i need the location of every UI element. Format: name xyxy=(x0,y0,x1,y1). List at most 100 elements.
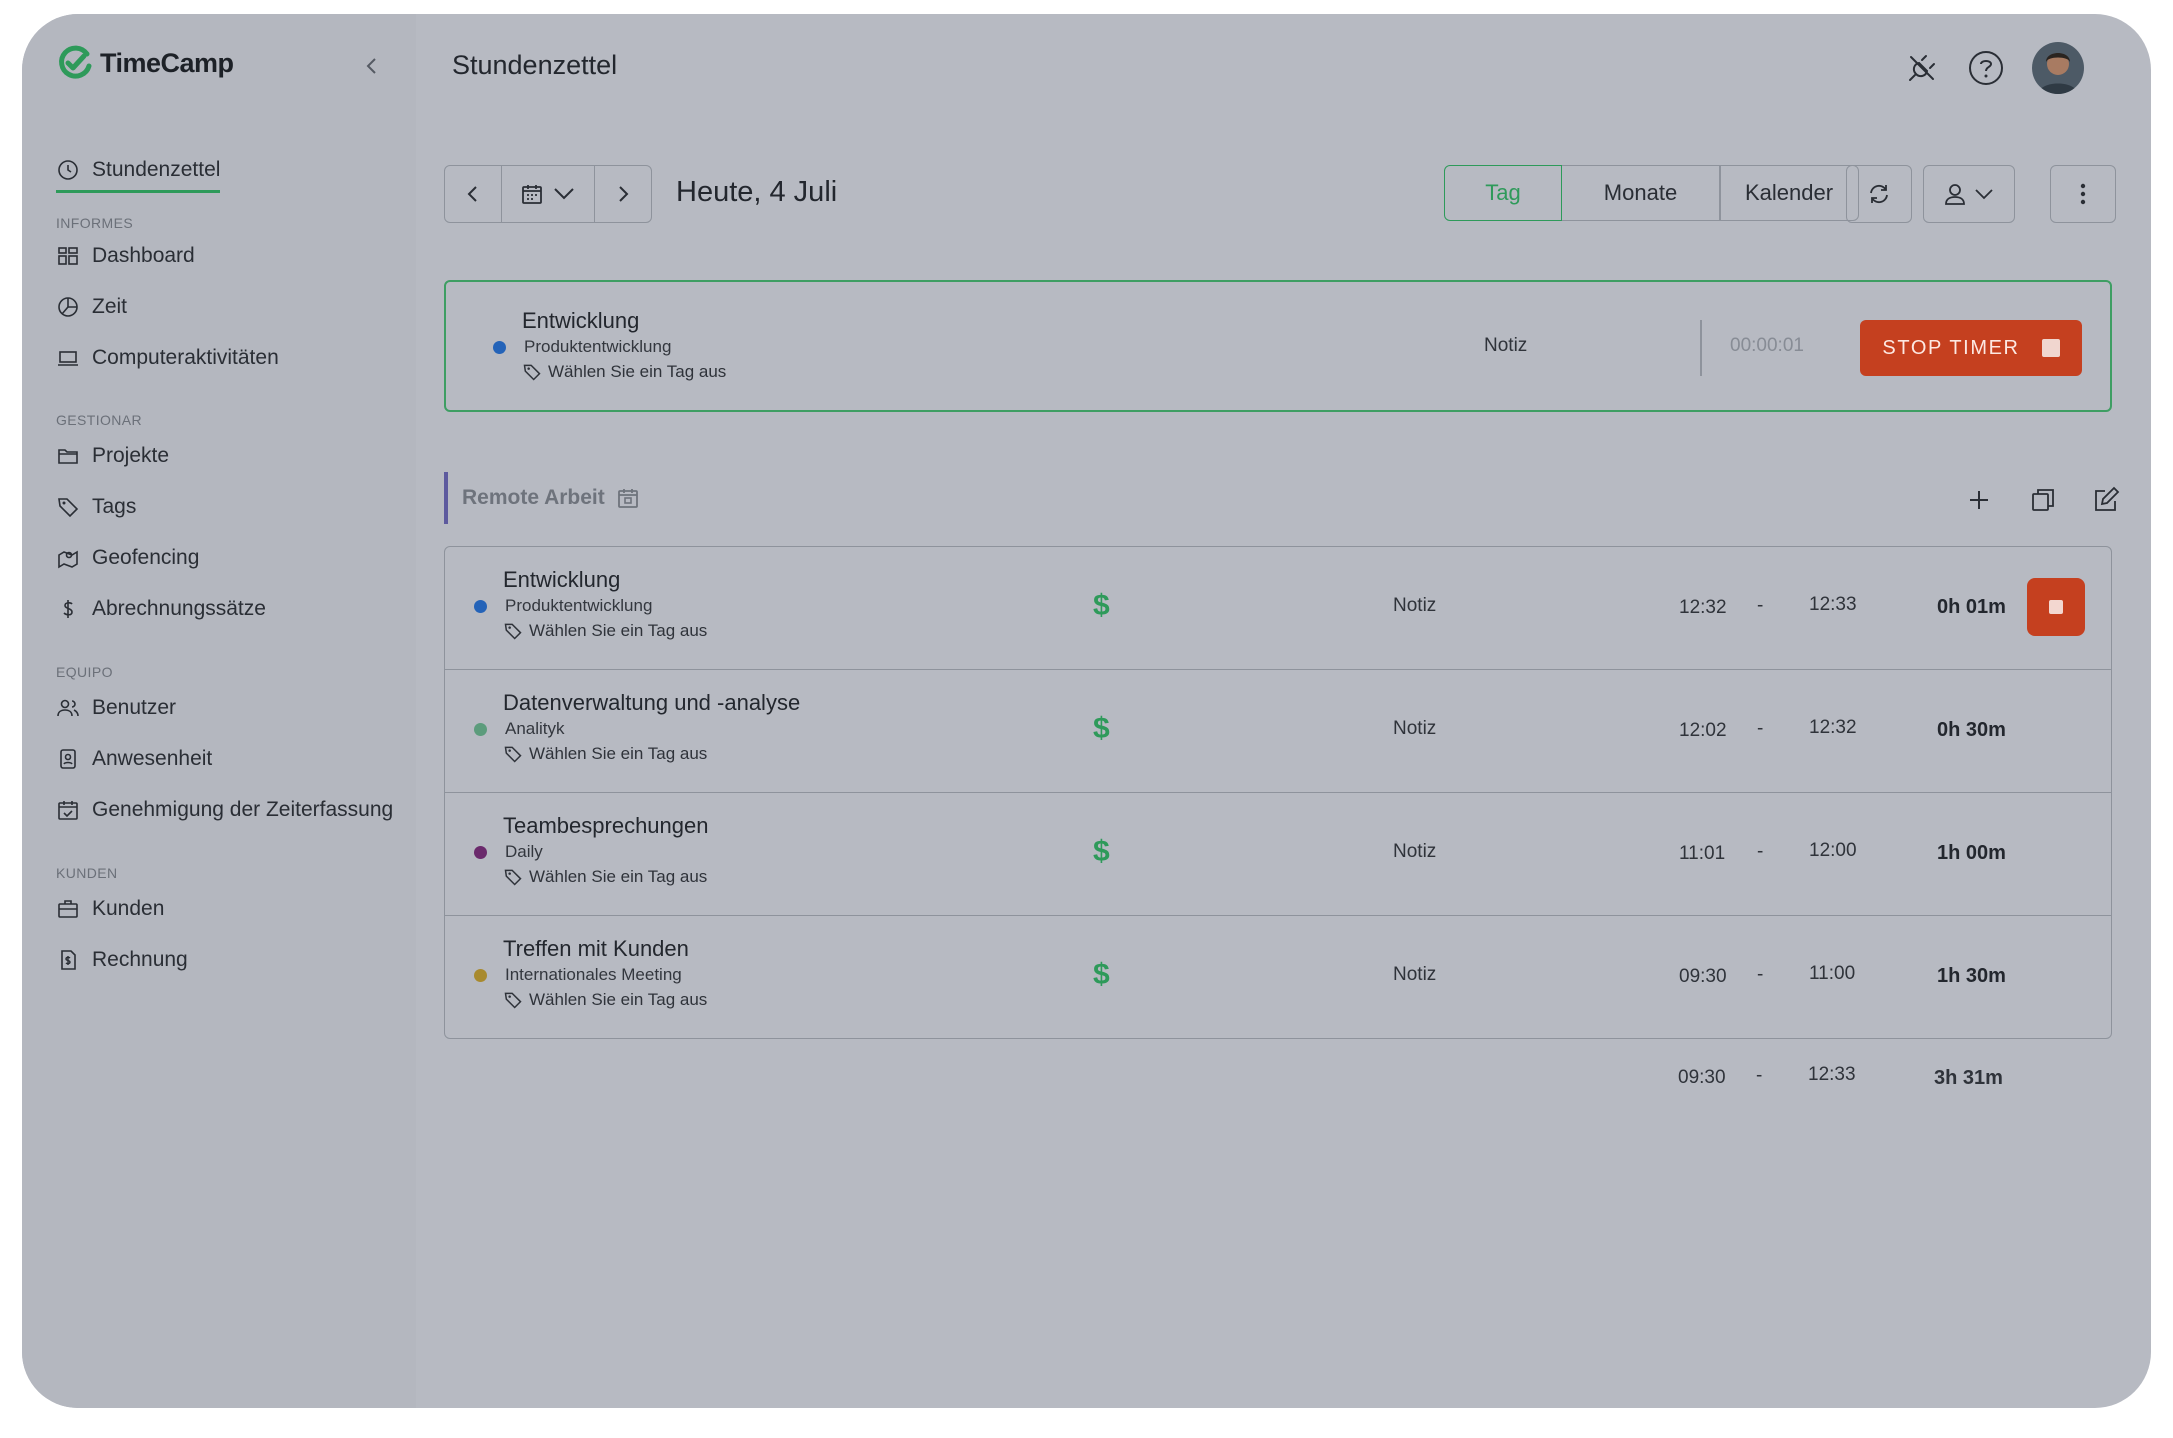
sidebar-item-genehmigung[interactable]: Genehmigung der Zeiterfassung xyxy=(56,792,393,828)
billable-toggle[interactable]: $ xyxy=(1093,835,1110,869)
calendar-icon xyxy=(522,185,542,204)
logo[interactable]: TimeCamp xyxy=(56,44,234,82)
tab-tag[interactable]: Tag xyxy=(1444,165,1562,221)
billable-toggle[interactable]: $ xyxy=(1093,712,1110,746)
entry-duration[interactable]: 0h 01m xyxy=(1937,596,2006,619)
duplicate-button[interactable] xyxy=(2023,480,2063,520)
project-color-dot xyxy=(474,846,487,859)
folder-icon xyxy=(58,449,78,464)
entry-tag-select[interactable]: Wählen Sie ein Tag aus xyxy=(503,990,707,1010)
section-label-gestionar: GESTIONAR xyxy=(56,412,143,428)
entry-duration[interactable]: 0h 30m xyxy=(1937,719,2006,742)
billable-toggle[interactable]: $ xyxy=(1093,958,1110,992)
divider xyxy=(1700,320,1702,376)
previous-day-button[interactable] xyxy=(445,166,502,222)
table-row[interactable]: Teambesprechungen Daily Wählen Sie ein T… xyxy=(445,793,2111,916)
entry-start-time[interactable]: 12:32 xyxy=(1679,597,1727,619)
sidebar-item-label: Geofencing xyxy=(92,546,200,569)
entry-note[interactable]: Notiz xyxy=(1393,841,1436,863)
users-icon xyxy=(57,699,79,717)
sidebar-item-kunden[interactable]: Kunden xyxy=(56,891,164,927)
sidebar-item-abrechnungssaetze[interactable]: Abrechnungssätze xyxy=(56,591,266,627)
sidebar-item-computeraktivitaeten[interactable]: Computeraktivitäten xyxy=(56,340,279,376)
sidebar-item-benutzer[interactable]: Benutzer xyxy=(56,690,176,726)
billable-toggle[interactable]: $ xyxy=(1093,589,1110,623)
sidebar-item-zeit[interactable]: Zeit xyxy=(56,289,127,325)
avatar-image-icon xyxy=(2032,42,2084,94)
entry-duration[interactable]: 1h 30m xyxy=(1937,965,2006,988)
chevron-down-icon xyxy=(554,188,574,200)
stop-icon xyxy=(2049,600,2063,614)
entry-start-time[interactable]: 12:02 xyxy=(1679,720,1727,742)
timer-task-title[interactable]: Entwicklung xyxy=(522,308,639,334)
table-row[interactable]: Entwicklung Produktentwicklung Wählen Si… xyxy=(445,547,2111,670)
project-color-dot xyxy=(474,600,487,613)
pie-chart-icon xyxy=(58,297,78,317)
entry-project: Produktentwicklung xyxy=(505,596,653,615)
help-button[interactable] xyxy=(1964,46,2008,90)
timer-note-field[interactable]: Notiz xyxy=(1484,335,1527,357)
user-filter-dropdown[interactable] xyxy=(1923,165,2015,223)
entry-note[interactable]: Notiz xyxy=(1393,595,1436,617)
entry-title[interactable]: Entwicklung xyxy=(503,567,620,593)
current-date-label: Heute, 4 Juli xyxy=(676,176,838,208)
sync-button[interactable] xyxy=(1846,165,1912,223)
table-row[interactable]: Treffen mit Kunden Internationales Meeti… xyxy=(445,916,2111,1038)
edit-button[interactable] xyxy=(2086,480,2126,520)
entry-title[interactable]: Datenverwaltung und -analyse xyxy=(503,690,800,716)
entry-tag-select[interactable]: Wählen Sie ein Tag aus xyxy=(503,621,707,641)
entry-title[interactable]: Treffen mit Kunden xyxy=(503,936,689,962)
group-name[interactable]: Remote Arbeit xyxy=(462,486,605,510)
tab-monate[interactable]: Monate xyxy=(1560,165,1721,221)
entry-note[interactable]: Notiz xyxy=(1393,718,1436,740)
entry-end-time[interactable]: 12:00 xyxy=(1809,840,1857,862)
entry-end-time[interactable]: 11:00 xyxy=(1809,963,1855,985)
tag-placeholder: Wählen Sie ein Tag aus xyxy=(529,990,708,1009)
sidebar-item-anwesenheit[interactable]: Anwesenheit xyxy=(56,741,212,777)
chevron-down-icon xyxy=(1975,189,1993,200)
total-duration: 3h 31m xyxy=(1934,1067,2003,1089)
sidebar-item-label: Tags xyxy=(92,495,137,518)
more-options-button[interactable] xyxy=(2050,165,2116,223)
entry-duration[interactable]: 1h 00m xyxy=(1937,842,2006,865)
sidebar-item-tags[interactable]: Tags xyxy=(56,489,136,525)
time-separator: - xyxy=(1757,841,1764,862)
entry-start-time[interactable]: 09:30 xyxy=(1679,966,1727,988)
entry-project: Internationales Meeting xyxy=(505,965,682,984)
sidebar-item-dashboard[interactable]: Dashboard xyxy=(56,238,195,274)
sidebar-item-geofencing[interactable]: Geofencing xyxy=(56,540,199,576)
entry-tag-select[interactable]: Wählen Sie ein Tag aus xyxy=(503,744,707,764)
entry-end-time[interactable]: 12:33 xyxy=(1809,594,1857,616)
sidebar-item-rechnung[interactable]: Rechnung xyxy=(56,942,188,978)
sidebar: TimeCamp Stundenzettel INFORMES Dashboar… xyxy=(22,14,416,1408)
sidebar-item-stundenzettel[interactable]: Stundenzettel xyxy=(56,152,221,193)
date-picker-button[interactable] xyxy=(502,166,595,222)
stop-timer-button[interactable]: STOP TIMER xyxy=(1860,320,2082,376)
integrations-button[interactable] xyxy=(1900,46,1944,90)
main-content: Stundenzettel Heute, 4 Juli Tag Monate K… xyxy=(416,14,2151,1408)
table-row[interactable]: Datenverwaltung und -analyse Analityk Wä… xyxy=(445,670,2111,793)
running-timer-card[interactable]: Entwicklung Produktentwicklung Wählen Si… xyxy=(444,280,2112,412)
calendar-icon[interactable] xyxy=(617,487,639,509)
tag-placeholder: Wählen Sie ein Tag aus xyxy=(529,867,708,886)
entry-project: Daily xyxy=(505,842,543,861)
stop-entry-button[interactable] xyxy=(2027,578,2085,636)
timer-tag-select[interactable]: Wählen Sie ein Tag aus xyxy=(522,362,726,382)
sidebar-item-projekte[interactable]: Projekte xyxy=(56,438,169,474)
entry-note[interactable]: Notiz xyxy=(1393,964,1436,986)
next-day-button[interactable] xyxy=(595,166,651,222)
invoice-icon xyxy=(61,950,76,970)
group-header: Remote Arbeit xyxy=(444,472,639,524)
tag-placeholder: Wählen Sie ein Tag aus xyxy=(548,362,727,381)
entry-tag-select[interactable]: Wählen Sie ein Tag aus xyxy=(503,867,707,887)
collapse-sidebar-button[interactable] xyxy=(352,46,392,86)
user-avatar[interactable] xyxy=(2032,42,2084,94)
sidebar-item-label: Dashboard xyxy=(92,244,195,267)
entry-start-time[interactable]: 11:01 xyxy=(1679,843,1725,865)
tag-icon xyxy=(504,746,522,763)
calendar-check-icon xyxy=(58,801,78,820)
add-entry-button[interactable] xyxy=(1959,480,1999,520)
entry-end-time[interactable]: 12:32 xyxy=(1809,717,1857,739)
tab-kalender[interactable]: Kalender xyxy=(1719,165,1859,221)
entry-title[interactable]: Teambesprechungen xyxy=(503,813,708,839)
